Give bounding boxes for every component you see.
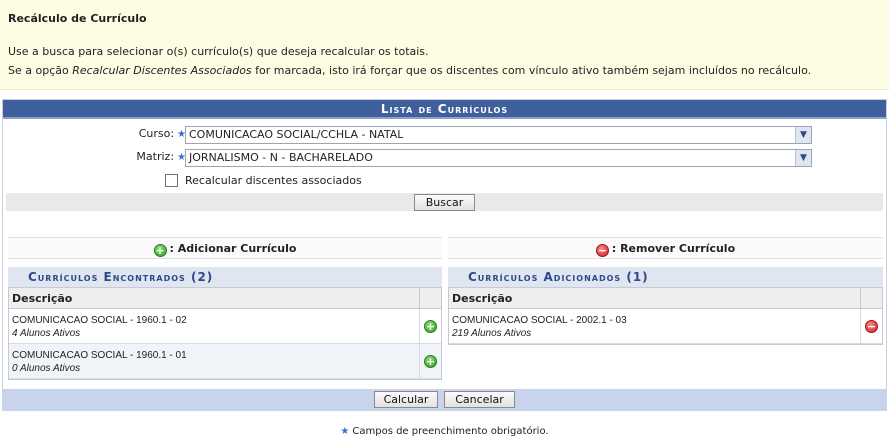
intro-line-2-emphasis: Recalcular Discentes Associados — [72, 64, 252, 77]
table-row: COMUNICACAO SOCIAL - 2002.1 - 03 219 Alu… — [449, 309, 882, 344]
remove-curriculo-strip: −: Remover Currículo — [448, 237, 883, 259]
required-star-icon: ★ — [340, 426, 350, 437]
minus-circle-icon: − — [595, 244, 609, 257]
curso-label: Curso: — [138, 127, 175, 140]
column-header-descricao: Descrição — [452, 292, 513, 305]
plus-circle-icon[interactable]: + — [424, 320, 437, 333]
curriculos-encontrados-table: Descrição COMUNICACAO SOCIAL - 1960.1 - … — [8, 287, 442, 380]
plus-circle-icon[interactable]: + — [424, 355, 437, 368]
cancelar-button[interactable]: Cancelar — [444, 391, 515, 408]
column-divider — [419, 288, 420, 308]
matriz-label-wrap: Matriz: ★ — [136, 150, 186, 163]
intro-text-line-2: Se a opção Recalcular Discentes Associad… — [8, 64, 811, 77]
column-header-descricao: Descrição — [12, 292, 73, 305]
page-title: Recálculo de Currículo — [8, 12, 147, 25]
minus-circle-icon[interactable]: − — [865, 320, 878, 333]
intro-box: Recálculo de Currículo Use a busca para … — [0, 0, 889, 90]
curriculo-name: COMUNICACAO SOCIAL - 2002.1 - 03 — [452, 315, 627, 326]
add-cell: + — [419, 309, 441, 343]
remove-cell: − — [860, 309, 882, 343]
curriculos-adicionados-table: Descrição COMUNICACAO SOCIAL - 2002.1 - … — [448, 287, 883, 345]
alunos-ativos: 0 Alunos Ativos — [12, 363, 81, 374]
remove-curriculo-label: : Remover Currículo — [611, 242, 736, 255]
table-row: COMUNICACAO SOCIAL - 1960.1 - 01 0 Aluno… — [9, 344, 441, 379]
curriculo-name: COMUNICACAO SOCIAL - 1960.1 - 01 — [12, 350, 187, 361]
curso-select[interactable]: COMUNICACAO SOCIAL/CCHLA - NATAL ▼ — [185, 126, 812, 144]
add-curriculo-strip: +: Adicionar Currículo — [8, 237, 442, 259]
matriz-row: Matriz: ★ — [3, 147, 186, 167]
curriculos-panel: Lista de Currículos Curso: ★ COMUNICACAO … — [2, 99, 887, 411]
required-note-text: Campos de preenchimento obrigatório. — [352, 426, 549, 437]
curriculos-adicionados-title: Currículos Adicionados (1) — [448, 267, 883, 287]
intro-line-2-suffix: for marcada, isto irá forçar que os disc… — [251, 64, 812, 77]
buscar-button[interactable]: Buscar — [414, 194, 475, 211]
chevron-down-icon[interactable]: ▼ — [795, 150, 811, 166]
table-header: Descrição — [9, 287, 441, 309]
panel-title: Lista de Currículos — [3, 100, 886, 119]
matriz-label: Matriz: — [136, 150, 175, 163]
curso-label-wrap: Curso: ★ — [139, 127, 186, 140]
curriculo-name: COMUNICACAO SOCIAL - 1960.1 - 02 — [12, 315, 187, 326]
intro-text-line-1: Use a busca para selecionar o(s) currícu… — [8, 45, 429, 58]
column-divider — [860, 288, 861, 308]
add-curriculo-label: : Adicionar Currículo — [169, 242, 297, 255]
curso-select-value: COMUNICACAO SOCIAL/CCHLA - NATAL — [189, 128, 404, 141]
matriz-select-value: JORNALISMO - N - BACHARELADO — [189, 151, 373, 164]
required-fields-note: ★ Campos de preenchimento obrigatório. — [0, 426, 889, 437]
alunos-ativos: 4 Alunos Ativos — [12, 328, 81, 339]
intro-line-2-prefix: Se a opção — [8, 64, 73, 77]
table-row: COMUNICACAO SOCIAL - 1960.1 - 02 4 Aluno… — [9, 309, 441, 344]
plus-circle-icon: + — [153, 244, 167, 257]
chevron-down-icon[interactable]: ▼ — [795, 127, 811, 143]
alunos-ativos: 219 Alunos Ativos — [452, 328, 532, 339]
calcular-button[interactable]: Calcular — [374, 391, 438, 408]
table-header: Descrição — [449, 287, 882, 309]
matriz-select[interactable]: JORNALISMO - N - BACHARELADO ▼ — [185, 149, 812, 167]
curso-row: Curso: ★ — [3, 124, 186, 144]
recalcular-discentes-checkbox[interactable] — [165, 174, 178, 187]
curriculos-encontrados-title: Currículos Encontrados (2) — [8, 267, 442, 287]
add-cell: + — [419, 344, 441, 378]
recalcular-discentes-label: Recalcular discentes associados — [185, 174, 362, 187]
